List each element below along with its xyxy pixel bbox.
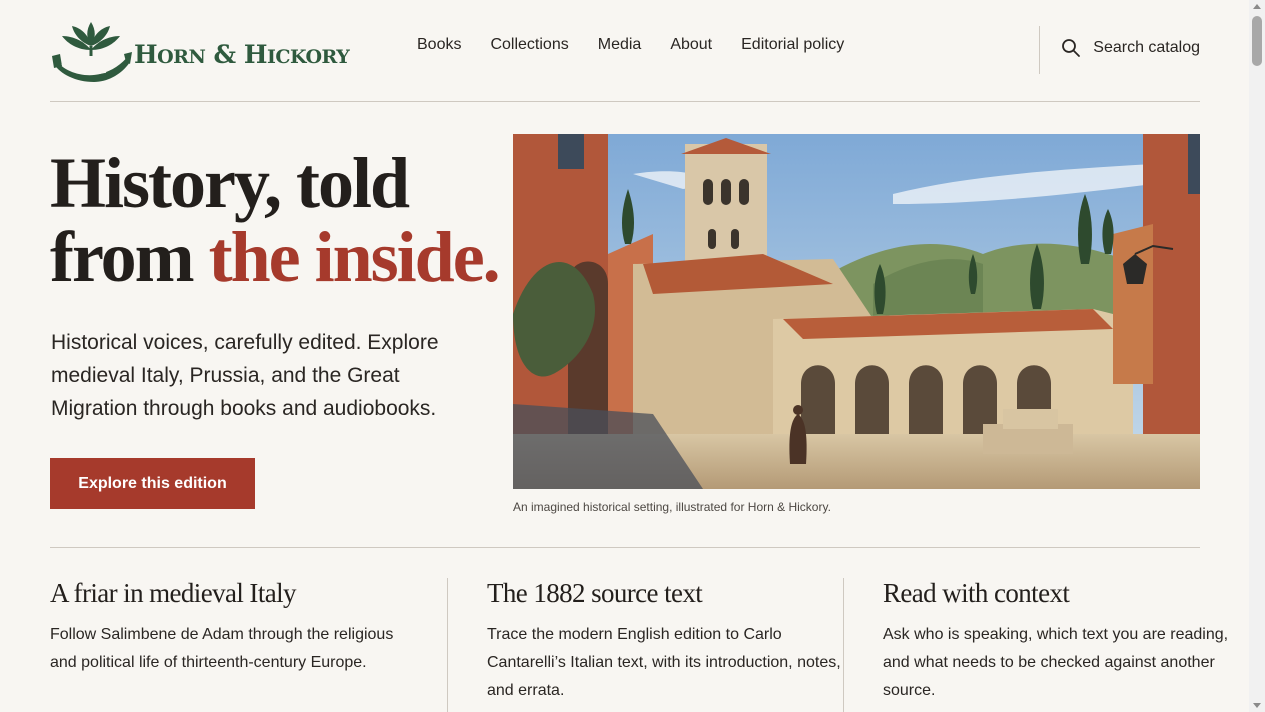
hero-title: History, told from the inside. [50, 143, 501, 297]
feature-divider [447, 578, 448, 712]
page: HORN & HICKORY Books Collections Media A… [0, 0, 1249, 712]
search-catalog-button[interactable]: Search catalog [1061, 38, 1200, 58]
section-divider [50, 547, 1200, 548]
image-caption: An imagined historical setting, illustra… [513, 500, 831, 514]
nav-divider [1039, 26, 1040, 74]
scrollbar-thumb[interactable] [1252, 16, 1262, 66]
feature-card: A friar in medieval Italy Follow Salimbe… [50, 578, 410, 712]
hero-title-line1: History, told [50, 143, 410, 223]
feature-title: A friar in medieval Italy [50, 578, 297, 608]
hero-illustration [513, 134, 1200, 489]
nav-item-collections[interactable]: Collections [490, 36, 568, 54]
nav-item-media[interactable]: Media [598, 36, 642, 54]
brand-logo-link[interactable]: HORN & HICKORY [50, 16, 350, 86]
main-nav: Books Collections Media About Editorial … [417, 36, 873, 54]
feature-title: Read with context [883, 578, 1070, 608]
site-header: HORN & HICKORY Books Collections Media A… [50, 0, 1200, 102]
nav-item-books[interactable]: Books [417, 36, 461, 54]
nav-item-about[interactable]: About [670, 36, 712, 54]
nav-item-editorial-policy[interactable]: Editorial policy [741, 36, 844, 54]
scroll-up-icon[interactable] [1253, 4, 1261, 9]
page-scrollbar[interactable] [1249, 0, 1265, 712]
features-section: A friar in medieval Italy Follow Salimbe… [50, 578, 1228, 712]
scroll-down-icon[interactable] [1253, 703, 1261, 708]
feature-body: Ask who is speaking, which text you are … [883, 626, 1229, 699]
hero-subtitle: Historical voices, carefully edited. Exp… [51, 331, 439, 420]
hero-title-line2: from [50, 217, 209, 297]
feature-card: Read with context Ask who is speaking, w… [883, 578, 1243, 712]
feature-title: The 1882 source text [487, 578, 703, 608]
search-label: Search catalog [1093, 39, 1200, 56]
search-icon [1062, 39, 1081, 57]
brand-name: HORN & HICKORY [134, 39, 350, 69]
leaf-horn-logo-icon [52, 22, 132, 82]
hero-title-accent: the inside. [208, 217, 501, 297]
feature-divider [843, 578, 844, 712]
feature-body: Trace the modern English edition to Carl… [487, 626, 841, 699]
explore-edition-button[interactable]: Explore this edition [50, 458, 255, 509]
feature-body: Follow Salimbene de Adam through the rel… [50, 626, 394, 671]
feature-card: The 1882 source text Trace the modern En… [487, 578, 847, 712]
